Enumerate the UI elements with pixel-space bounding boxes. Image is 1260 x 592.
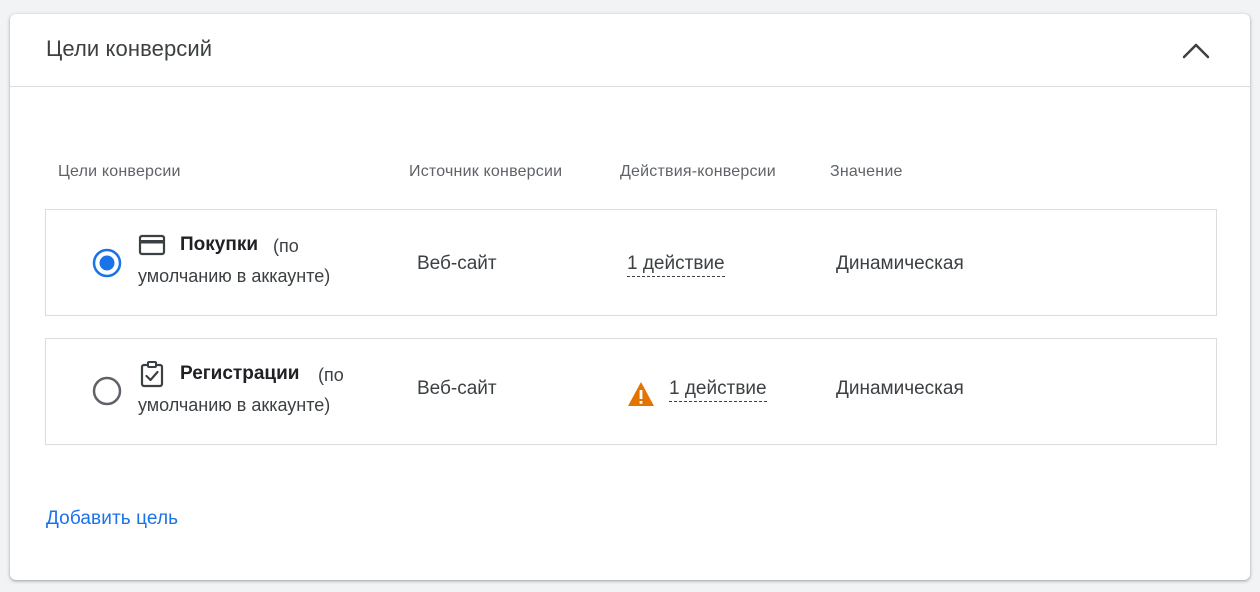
column-header-source: Источник конверсии <box>409 163 563 180</box>
collapse-button[interactable] <box>1176 32 1216 68</box>
goal-name: Покупки <box>180 234 259 255</box>
conversion-goals-card: Цели конверсий Цели конверсии Источник к… <box>10 14 1250 580</box>
conversion-source: Веб-сайт <box>417 253 497 274</box>
goal-name: Регистрации <box>180 363 300 384</box>
add-goal-link[interactable]: Добавить цель <box>46 508 178 530</box>
card-header: Цели конверсий <box>10 14 1250 87</box>
conversion-source: Веб-сайт <box>417 378 497 399</box>
radio-checked-icon <box>92 248 122 278</box>
column-header-actions: Действия-конверсии <box>620 163 776 180</box>
goal-note: (по <box>273 236 299 256</box>
conversion-actions-link[interactable]: 1 действие <box>669 378 767 402</box>
radio-unchecked-icon <box>92 376 122 406</box>
goal-note-continued: умолчанию в аккаунте) <box>138 395 331 415</box>
warning-icon <box>628 382 654 406</box>
goal-row-registrations[interactable]: Регистрации (по умолчанию в аккаунте) Ве… <box>45 338 1217 445</box>
conversion-actions-link[interactable]: 1 действие <box>627 253 725 277</box>
conversion-value: Динамическая <box>836 378 964 399</box>
goal-row-purchases[interactable]: Покупки (по умолчанию в аккаунте) Веб-са… <box>45 209 1217 316</box>
conversion-value: Динамическая <box>836 253 964 274</box>
goal-note-continued: умолчанию в аккаунте) <box>138 266 331 286</box>
radio-unselected[interactable] <box>92 376 122 406</box>
column-header-goal: Цели конверсии <box>58 163 181 180</box>
goal-note: (по <box>318 365 344 385</box>
credit-card-icon <box>138 234 166 256</box>
card-title: Цели конверсий <box>46 36 213 61</box>
chevron-up-icon <box>1182 43 1210 59</box>
radio-selected[interactable] <box>92 248 122 278</box>
column-header-value: Значение <box>830 163 903 180</box>
clipboard-check-icon <box>140 361 164 388</box>
